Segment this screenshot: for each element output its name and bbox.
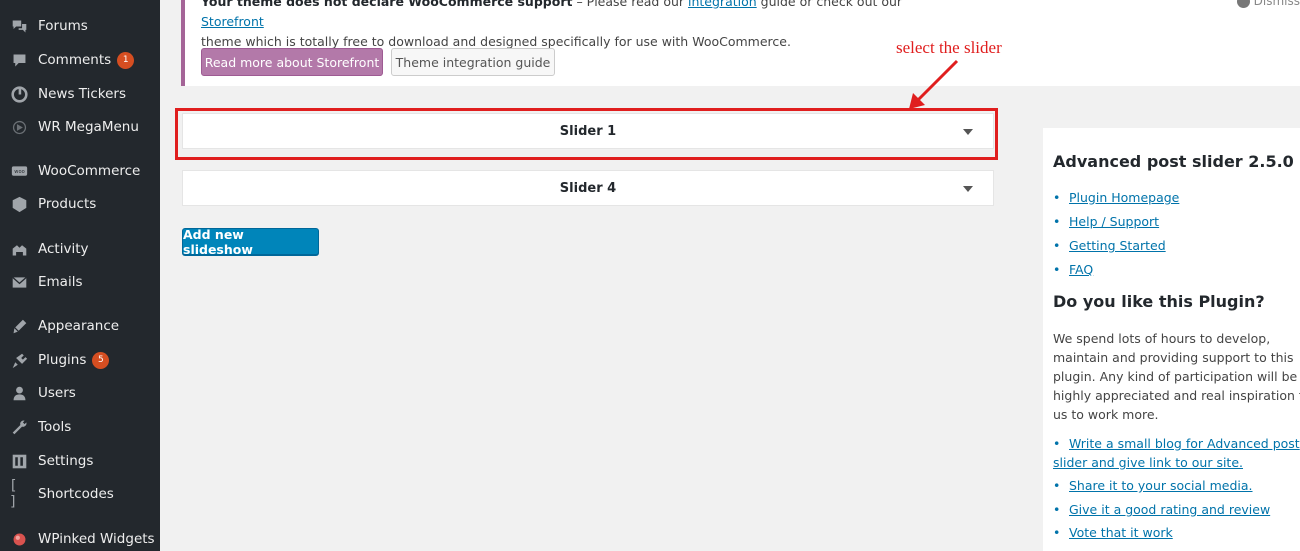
sidebar-item-label: Emails xyxy=(38,274,83,290)
sidebar-item-label: Settings xyxy=(38,453,94,469)
sidebar-item-appearance[interactable]: Appearance xyxy=(0,312,160,340)
help-support-link[interactable]: • Help / Support xyxy=(1053,214,1159,229)
sidebar-item-label: Activity xyxy=(38,241,89,257)
dismiss-notice-button[interactable]: Dismiss xyxy=(1236,0,1300,8)
dismiss-label: Dismiss xyxy=(1253,0,1300,8)
sidebar-item-products[interactable]: Products xyxy=(0,190,160,218)
widget-paragraph: We spend lots of hours to develop, maint… xyxy=(1053,331,1300,422)
comments-icon xyxy=(9,50,29,70)
plugin-homepage-link[interactable]: • Plugin Homepage xyxy=(1053,190,1179,205)
getting-started-link[interactable]: • Getting Started xyxy=(1053,238,1166,253)
sidebar-item-users[interactable]: Users xyxy=(0,379,160,407)
sidebar-item-news-tickers[interactable]: News Tickers xyxy=(0,80,160,108)
woocommerce-icon: woo xyxy=(9,161,29,181)
plugins-update-badge: 5 xyxy=(92,351,110,369)
sidebar-item-label: Appearance xyxy=(38,318,120,334)
dismiss-icon xyxy=(1236,0,1250,8)
sidebar-item-wpinked-widgets[interactable]: WPinked Widgets xyxy=(0,525,160,551)
sidebar-item-label: WPinked Widgets xyxy=(38,531,155,547)
slider-row-4[interactable]: Slider 4 xyxy=(182,170,994,206)
megamenu-icon xyxy=(9,117,29,137)
activity-icon xyxy=(9,239,29,259)
sidebar-item-label: WR MegaMenu xyxy=(38,119,139,135)
tools-icon xyxy=(9,417,29,437)
plugin-info-widget: Advanced post slider 2.5.0 • Plugin Homep… xyxy=(1043,128,1300,551)
settings-icon xyxy=(9,451,29,471)
chevron-down-icon[interactable] xyxy=(963,186,973,192)
wpinked-widgets-icon xyxy=(9,529,29,549)
annotation-arrow-icon xyxy=(909,59,959,109)
forums-icon xyxy=(9,16,29,36)
sidebar-item-label: Tools xyxy=(38,419,72,435)
shortcodes-icon: [ ] xyxy=(9,478,18,510)
products-icon xyxy=(9,194,29,214)
plugins-icon xyxy=(9,350,29,370)
faq-link[interactable]: • FAQ xyxy=(1053,262,1093,277)
sidebar-item-plugins[interactable]: Plugins 5 xyxy=(0,346,160,374)
sidebar-item-label: News Tickers xyxy=(38,86,127,102)
widget-subtitle: Do you like this Plugin? xyxy=(1053,292,1265,311)
sidebar-item-comments[interactable]: Comments 1 xyxy=(0,46,160,74)
svg-text:woo: woo xyxy=(14,169,24,175)
sidebar-item-emails[interactable]: Emails xyxy=(0,268,160,296)
integration-link[interactable]: integration xyxy=(688,0,757,9)
notice-text: Your theme does not declare WooCommerce … xyxy=(201,0,961,52)
sidebar-item-wr-megamenu[interactable]: WR MegaMenu xyxy=(0,113,160,141)
emails-icon xyxy=(9,272,29,292)
rate-review-link[interactable]: • Give it a good rating and review xyxy=(1053,502,1270,517)
sidebar-item-label: Shortcodes xyxy=(38,486,114,502)
notice-text-part: – Please read our xyxy=(572,0,689,9)
sidebar-item-woocommerce[interactable]: woo WooCommerce xyxy=(0,157,160,185)
sidebar-item-shortcodes[interactable]: [ ] Shortcodes xyxy=(0,478,160,510)
vote-link[interactable]: • Vote that it work xyxy=(1053,525,1173,540)
add-new-slideshow-button[interactable]: Add new slideshow xyxy=(182,227,319,257)
users-icon xyxy=(9,383,29,403)
slider-title: Slider 4 xyxy=(559,180,617,196)
notice-bold-text: Your theme does not declare WooCommerce … xyxy=(201,0,573,9)
sidebar-item-label: Forums xyxy=(38,18,88,34)
notice-text-part: guide or check out our xyxy=(756,0,903,9)
woocommerce-theme-notice: Your theme does not declare WooCommerce … xyxy=(181,0,1300,86)
theme-integration-guide-button[interactable]: Theme integration guide xyxy=(391,48,555,76)
sidebar-item-label: WooCommerce xyxy=(38,163,141,179)
sidebar-item-label: Comments xyxy=(38,52,112,68)
admin-sidebar: Forums Comments 1 News Tickers WR MegaMe… xyxy=(0,0,160,551)
sidebar-item-label: Plugins xyxy=(38,352,87,368)
share-social-link[interactable]: • Share it to your social media. xyxy=(1053,478,1253,493)
comments-count-badge: 1 xyxy=(117,51,135,69)
appearance-icon xyxy=(9,316,29,336)
write-blog-link[interactable]: • Write a small blog for Advanced post sl… xyxy=(1053,434,1300,472)
news-tickers-icon xyxy=(9,84,29,104)
sidebar-item-settings[interactable]: Settings xyxy=(0,447,160,475)
sidebar-item-tools[interactable]: Tools xyxy=(0,413,160,441)
sidebar-item-activity[interactable]: Activity xyxy=(0,235,160,263)
read-more-storefront-button[interactable]: Read more about Storefront xyxy=(201,48,383,76)
sidebar-item-label: Users xyxy=(38,385,76,401)
widget-title: Advanced post slider 2.5.0 xyxy=(1053,152,1294,171)
annotation-highlight-box xyxy=(175,108,998,160)
storefront-link[interactable]: Storefront xyxy=(201,14,264,29)
sidebar-item-forums[interactable]: Forums xyxy=(0,12,160,40)
sidebar-item-label: Products xyxy=(38,196,97,212)
